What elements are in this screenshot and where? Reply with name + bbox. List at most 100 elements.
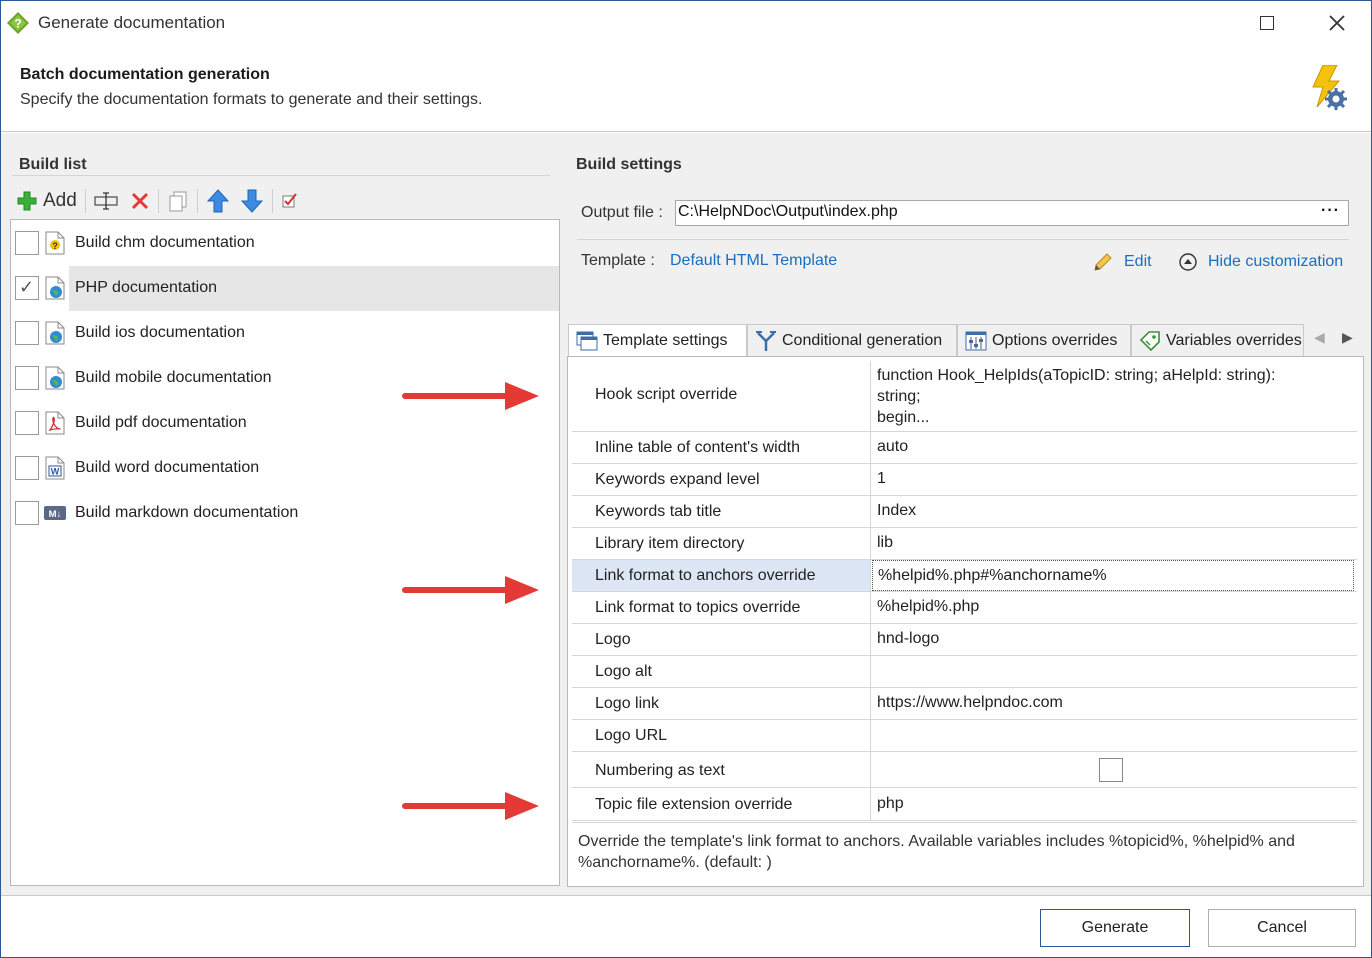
build-list-toolbar: Add <box>12 185 304 217</box>
tab-scroll-right-icon[interactable]: ▶ <box>1342 329 1353 346</box>
setting-name-cell: Link format to topics override <box>572 592 871 623</box>
hide-customization-link[interactable]: Hide customization <box>1208 253 1343 271</box>
header-title: Batch documentation generation <box>20 66 270 83</box>
build-item-label: Build ios documentation <box>75 324 245 341</box>
settings-row[interactable]: Keywords tab title Index <box>572 496 1357 528</box>
rename-button[interactable] <box>89 186 125 216</box>
tab-template-settings[interactable]: Template settings <box>568 324 747 357</box>
build-list-item[interactable]: ✓ PHP documentation <box>11 266 559 311</box>
setting-value-cell[interactable]: function Hook_HelpIds(aTopicID: string; … <box>872 361 1354 431</box>
settings-row-selected[interactable]: Link format to anchors override %helpid%… <box>572 560 1357 592</box>
setting-value: auto <box>877 438 909 455</box>
setting-value-cell[interactable]: https://www.helpndoc.com <box>872 688 1354 719</box>
setting-value-cell[interactable]: hnd-logo <box>872 624 1354 655</box>
add-label: Add <box>43 190 77 211</box>
plus-icon <box>17 191 37 211</box>
setting-value-cell[interactable]: Index <box>872 496 1354 527</box>
setting-name: Keywords expand level <box>595 471 760 488</box>
build-item-label: PHP documentation <box>75 279 218 296</box>
setting-name: Logo URL <box>595 727 668 744</box>
setting-name-cell: Logo alt <box>572 656 871 687</box>
build-list-item[interactable]: Build ios documentation <box>11 311 559 356</box>
build-list-item[interactable]: M↓ Build markdown documentation <box>11 491 559 536</box>
numbering-as-text-checkbox[interactable] <box>1099 758 1123 782</box>
settings-row[interactable]: Keywords expand level 1 <box>572 464 1357 496</box>
settings-row[interactable]: Logo hnd-logo <box>572 624 1357 656</box>
options-sliders-icon <box>965 331 987 350</box>
arrow-up-icon <box>206 189 229 213</box>
setting-name: Library item directory <box>595 535 745 552</box>
delete-button[interactable] <box>125 186 155 216</box>
cancel-button[interactable]: Cancel <box>1208 909 1356 947</box>
setting-value-cell[interactable]: 1 <box>872 464 1354 495</box>
build-list-item[interactable]: W Build word documentation <box>11 446 559 491</box>
red-arrow-annotation <box>402 792 539 820</box>
build-item-checkbox[interactable] <box>15 231 39 255</box>
output-file-input[interactable]: C:\HelpNDoc\Output\index.php ··· <box>675 200 1349 226</box>
setting-name-cell: Logo link <box>572 688 871 719</box>
setting-name: Link format to topics override <box>595 599 801 616</box>
setting-value: https://www.helpndoc.com <box>877 694 1063 711</box>
setting-value: %helpid%.php#%anchorname% <box>878 567 1107 584</box>
add-button[interactable]: Add <box>12 186 82 216</box>
build-item-checkbox[interactable] <box>15 366 39 390</box>
dialog-footer: Generate Cancel <box>1 895 1371 957</box>
build-item-checkbox[interactable] <box>15 501 39 525</box>
setting-value-cell[interactable] <box>872 752 1354 787</box>
move-up-button[interactable] <box>201 186 235 216</box>
dialog-content: Build list Add ? Build chm documentation… <box>1 133 1371 895</box>
setting-name: Logo link <box>595 695 660 712</box>
setting-value-cell[interactable]: auto <box>872 432 1354 463</box>
tab-conditional-generation[interactable]: Conditional generation <box>747 324 957 356</box>
tab-label: Template settings <box>603 332 728 349</box>
browse-button[interactable]: ··· <box>1321 202 1340 220</box>
build-settings-title: Build settings <box>576 156 682 173</box>
settings-row[interactable]: Logo alt <box>572 656 1357 688</box>
settings-separator <box>577 239 1349 240</box>
duplicate-button[interactable] <box>162 186 194 216</box>
template-link[interactable]: Default HTML Template <box>670 252 837 270</box>
settings-row[interactable]: Logo URL <box>572 720 1357 752</box>
maximize-button[interactable] <box>1237 1 1297 45</box>
close-button[interactable] <box>1307 1 1367 45</box>
setting-name: Logo <box>595 631 631 648</box>
settings-row[interactable]: Numbering as text <box>572 752 1357 788</box>
setting-value-cell[interactable]: %helpid%.php <box>872 592 1354 623</box>
tab-variables-overrides[interactable]: Variables overrides <box>1131 324 1304 356</box>
settings-row[interactable]: Library item directory lib <box>572 528 1357 560</box>
settings-row[interactable]: Inline table of content's width auto <box>572 432 1357 464</box>
settings-row-hook-script[interactable]: Hook script override function Hook_HelpI… <box>572 361 1357 432</box>
template-settings-panel: Hook script override function Hook_HelpI… <box>567 356 1364 887</box>
svg-text:M↓: M↓ <box>49 509 62 520</box>
tab-options-overrides[interactable]: Options overrides <box>957 324 1131 356</box>
settings-row[interactable]: Logo link https://www.helpndoc.com <box>572 688 1357 720</box>
tab-scroll-left-icon[interactable]: ◀ <box>1314 329 1325 346</box>
move-down-button[interactable] <box>235 186 269 216</box>
setting-value-cell[interactable] <box>872 720 1354 751</box>
branch-icon <box>756 330 776 351</box>
build-item-checkbox[interactable]: ✓ <box>15 276 39 300</box>
settings-row[interactable]: Link format to topics override %helpid%.… <box>572 592 1357 624</box>
tab-label: Variables overrides <box>1166 331 1302 349</box>
setting-value: Index <box>877 502 917 519</box>
setting-value-cell[interactable]: php <box>872 788 1354 820</box>
setting-name-cell: Topic file extension override <box>572 788 871 820</box>
check-all-button[interactable] <box>276 186 304 216</box>
setting-value-cell[interactable]: %helpid%.php#%anchorname% <box>872 560 1354 591</box>
setting-name-cell: Keywords expand level <box>572 464 871 495</box>
setting-value-cell[interactable] <box>872 656 1354 687</box>
svg-text:?: ? <box>52 241 58 251</box>
setting-name-cell: Hook script override <box>572 361 871 431</box>
build-item-checkbox[interactable] <box>15 456 39 480</box>
build-item-checkbox[interactable] <box>15 411 39 435</box>
setting-value-cell[interactable]: lib <box>872 528 1354 559</box>
build-list: ? Build chm documentation ✓ PHP document… <box>10 219 560 886</box>
build-item-checkbox[interactable] <box>15 321 39 345</box>
edit-template-link[interactable]: Edit <box>1124 253 1152 271</box>
settings-row[interactable]: Topic file extension override php <box>572 788 1357 821</box>
collapse-up-icon <box>1179 253 1197 271</box>
close-icon <box>1329 15 1345 31</box>
build-list-item[interactable]: ? Build chm documentation <box>11 221 559 266</box>
generate-button[interactable]: Generate <box>1040 909 1190 947</box>
build-list-title: Build list <box>19 156 87 173</box>
